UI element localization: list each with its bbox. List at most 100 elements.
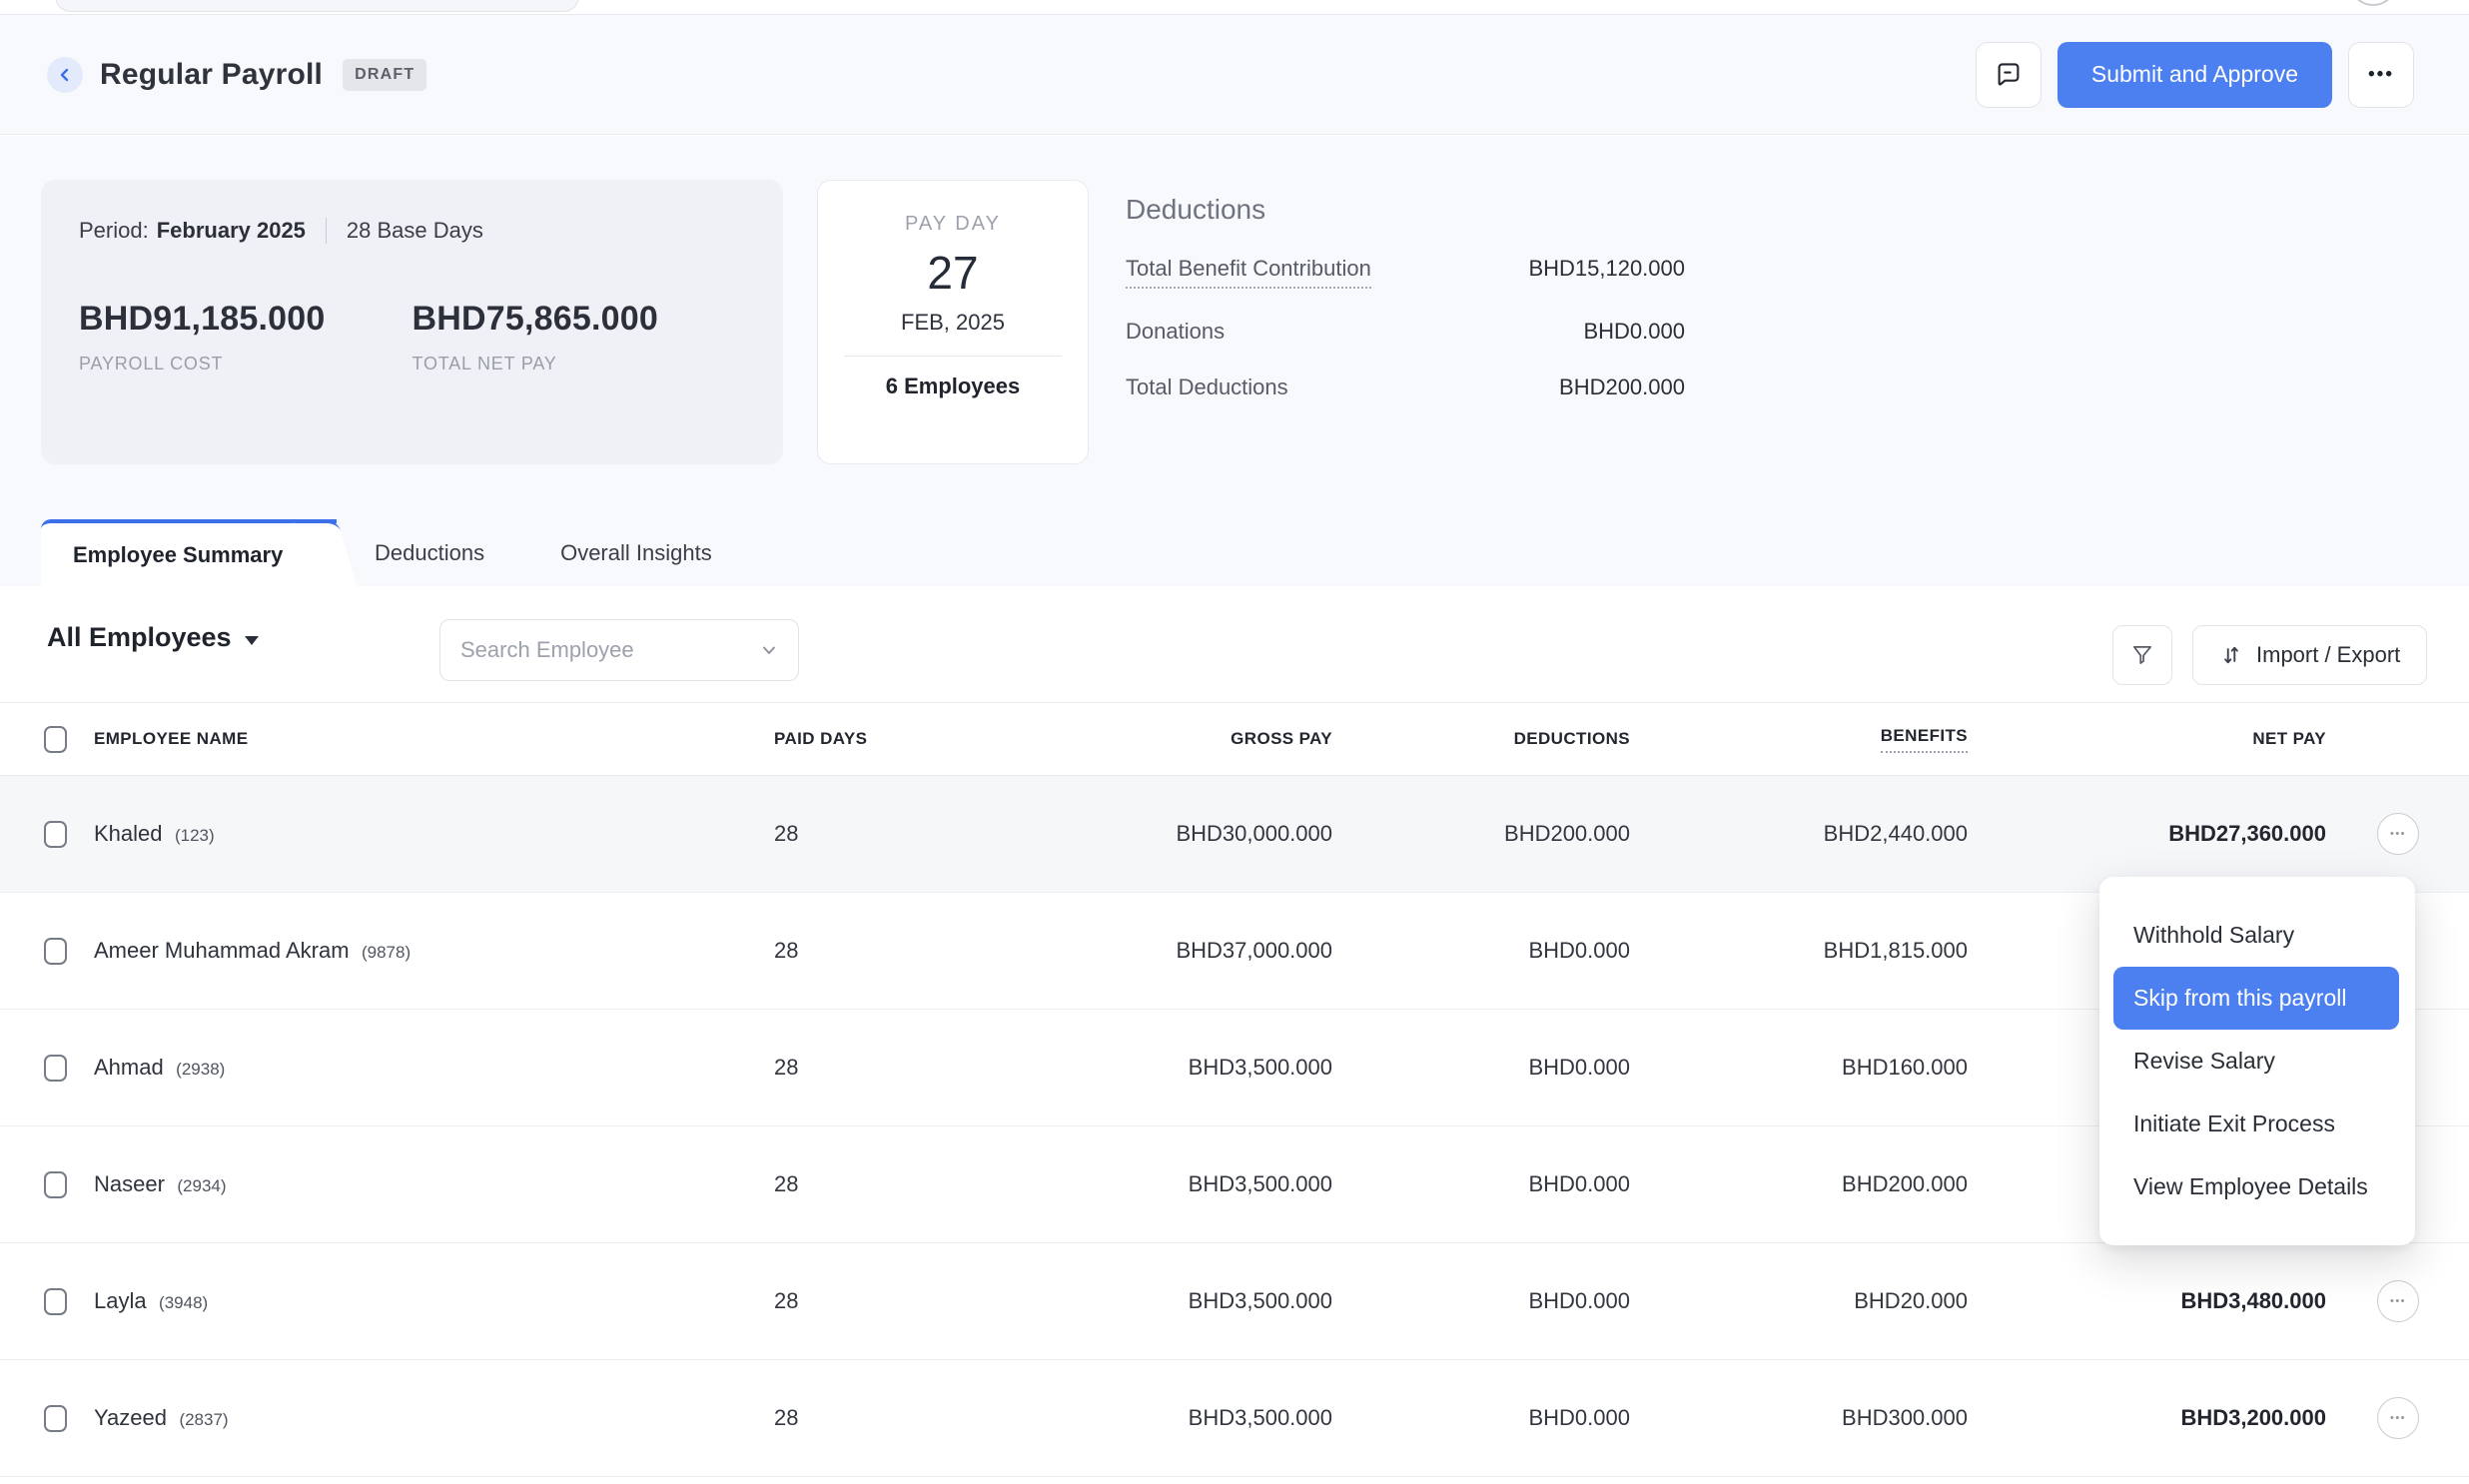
column-paid-days: PAID DAYS [774,729,899,749]
row-checkbox[interactable] [44,938,67,965]
tab-deductions[interactable]: Deductions [337,519,522,586]
period-value: February 2025 [157,218,306,244]
employee-id: (9878) [362,943,411,962]
column-gross-pay: GROSS PAY [899,729,1332,749]
table-header: EMPLOYEE NAME PAID DAYS GROSS PAY DEDUCT… [0,702,2469,776]
total-net-pay-value: BHD75,865.000 [412,300,746,339]
top-strip [0,0,2469,14]
row-actions-button[interactable]: ••• [2377,1397,2419,1439]
comments-button[interactable] [1976,42,2042,108]
import-export-button[interactable]: Import / Export [2192,625,2427,685]
paid-days-cell: 28 [774,1405,899,1431]
paid-days-cell: 28 [774,1055,899,1081]
ellipsis-icon: ••• [2390,1412,2406,1424]
employee-id: (123) [175,826,215,845]
employee-id: (2938) [176,1060,225,1079]
deductions-title: Deductions [1126,194,1685,226]
gross-pay-cell: BHD37,000.000 [899,938,1332,964]
global-search-bar-partial[interactable] [55,0,579,12]
divider [844,356,1062,357]
user-avatar-partial[interactable] [2349,0,2397,6]
search-placeholder: Search Employee [460,637,758,663]
context-menu-item[interactable]: Revise Salary [2099,1030,2415,1093]
donations-value: BHD0.000 [1583,319,1685,345]
context-menu-item[interactable]: View Employee Details [2099,1155,2415,1218]
divider [326,218,327,244]
total-net-pay-label: TOTAL NET PAY [412,354,746,374]
employee-id: (2837) [179,1410,228,1429]
employee-count: 6 Employees [818,373,1088,399]
total-deductions-label: Total Deductions [1126,374,1288,400]
tabs-bar: Employee Summary Deductions Overall Insi… [0,519,2469,586]
column-deductions: DEDUCTIONS [1332,729,1630,749]
total-benefit-contribution-label[interactable]: Total Benefit Contribution [1126,256,1371,289]
total-deductions-value: BHD200.000 [1559,374,1685,400]
benefits-cell: BHD2,440.000 [1630,821,1968,847]
filter-funnel-icon [2129,642,2155,668]
status-badge: DRAFT [343,59,426,91]
gross-pay-cell: BHD3,500.000 [899,1288,1332,1314]
row-checkbox[interactable] [44,821,67,848]
benefits-cell: BHD300.000 [1630,1405,1968,1431]
page-header: Regular Payroll DRAFT Submit and Approve… [0,14,2469,135]
total-benefit-contribution-value: BHD15,120.000 [1528,256,1685,282]
deductions-cell: BHD0.000 [1332,1171,1630,1197]
deductions-summary: Deductions Total Benefit Contribution BH… [1126,194,1685,400]
context-menu-item[interactable]: Initiate Exit Process [2099,1093,2415,1155]
page-title: Regular Payroll [100,58,323,92]
search-employee-input[interactable]: Search Employee [439,619,799,681]
benefits-cell: BHD1,815.000 [1630,938,1968,964]
ellipsis-icon: ••• [2390,828,2406,840]
pay-day-date: FEB, 2025 [818,310,1088,336]
employee-filter-dropdown[interactable]: All Employees [47,622,259,653]
filter-button[interactable] [2112,625,2172,685]
period-label: Period: [79,218,149,244]
payroll-summary-card: Period: February 2025 28 Base Days BHD91… [41,180,783,464]
submit-and-approve-button[interactable]: Submit and Approve [2058,42,2332,108]
more-actions-button[interactable]: ••• [2348,42,2414,108]
employee-id: (2934) [177,1176,226,1195]
benefits-cell: BHD160.000 [1630,1055,1968,1081]
paid-days-cell: 28 [774,1171,899,1197]
table-row[interactable]: Yazeed (2837) 28 BHD3,500.000 BHD0.000 B… [0,1360,2469,1477]
row-checkbox[interactable] [44,1405,67,1432]
table-row[interactable]: Khaled (123) 28 BHD30,000.000 BHD200.000… [0,776,2469,893]
context-menu-item[interactable]: Skip from this payroll [2113,967,2399,1030]
employee-name: Ameer Muhammad Akram [94,938,350,963]
ellipsis-icon: ••• [2368,64,2394,86]
chevron-down-icon [758,639,780,661]
select-all-checkbox[interactable] [44,726,67,753]
base-days: 28 Base Days [347,218,483,244]
column-net-pay: NET PAY [1968,729,2326,749]
table-row[interactable]: Layla (3948) 28 BHD3,500.000 BHD0.000 BH… [0,1243,2469,1360]
payroll-cost-value: BHD91,185.000 [79,300,412,339]
row-actions-button[interactable]: ••• [2377,813,2419,855]
paid-days-cell: 28 [774,938,899,964]
gross-pay-cell: BHD3,500.000 [899,1171,1332,1197]
ellipsis-icon: ••• [2390,1295,2406,1307]
tab-overall-insights[interactable]: Overall Insights [522,519,750,586]
gross-pay-cell: BHD30,000.000 [899,821,1332,847]
deductions-cell: BHD0.000 [1332,1288,1630,1314]
context-menu-item[interactable]: Withhold Salary [2099,904,2415,967]
payroll-cost-label: PAYROLL COST [79,354,412,374]
gross-pay-cell: BHD3,500.000 [899,1055,1332,1081]
speech-bubble-icon [1994,60,2024,90]
employee-name: Layla [94,1288,147,1313]
deductions-cell: BHD0.000 [1332,1405,1630,1431]
deductions-cell: BHD200.000 [1332,821,1630,847]
column-benefits[interactable]: BENEFITS [1881,726,1968,753]
row-checkbox[interactable] [44,1288,67,1315]
row-checkbox[interactable] [44,1055,67,1082]
pay-day-label: PAY DAY [818,213,1088,236]
caret-down-icon [245,636,259,645]
row-actions-button[interactable]: ••• [2377,1280,2419,1322]
benefits-cell: BHD200.000 [1630,1171,1968,1197]
column-employee-name: EMPLOYEE NAME [94,729,774,749]
row-checkbox[interactable] [44,1171,67,1198]
employee-name: Ahmad [94,1055,164,1080]
deductions-cell: BHD0.000 [1332,938,1630,964]
back-button[interactable] [47,57,83,93]
row-context-menu: Withhold SalarySkip from this payrollRev… [2099,877,2415,1245]
tab-employee-summary[interactable]: Employee Summary [41,519,337,586]
